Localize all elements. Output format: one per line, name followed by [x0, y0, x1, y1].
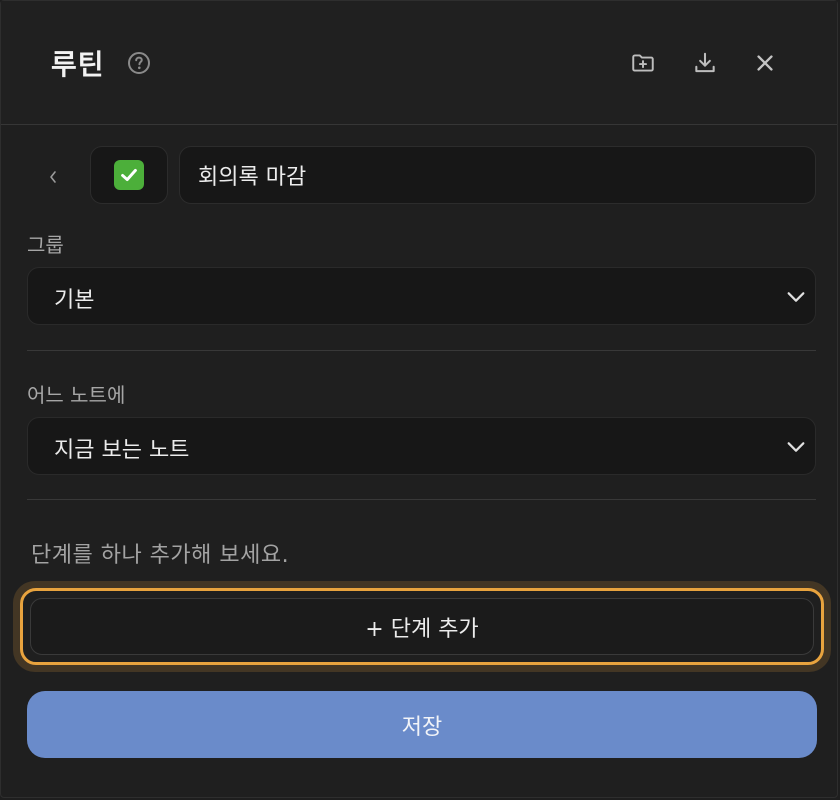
note-target-select[interactable]: 지금 보는 노트	[27, 417, 816, 475]
question-circle-icon[interactable]	[127, 51, 151, 75]
note-target-selected-value: 지금 보는 노트	[54, 438, 190, 463]
empty-steps-hint: 단계를 하나 추가해 보세요.	[31, 543, 290, 568]
save-button[interactable]: 저장	[27, 691, 817, 758]
new-folder-button[interactable]	[627, 47, 659, 79]
group-label: 그룹	[27, 233, 64, 257]
note-target-label: 어느 노트에	[27, 383, 126, 407]
back-button[interactable]	[39, 161, 67, 193]
download-button[interactable]	[689, 47, 721, 79]
panel-header: 루틴	[1, 1, 837, 125]
section-divider	[27, 350, 816, 351]
download-icon	[695, 52, 715, 73]
section-divider	[27, 499, 816, 500]
page-title: 루틴	[51, 48, 105, 81]
add-step-label: + 단계 추가	[30, 598, 814, 655]
group-select[interactable]: 기본	[27, 267, 816, 325]
group-selected-value: 기본	[54, 288, 95, 313]
chevron-left-icon	[50, 171, 56, 183]
routine-panel: 루틴 회의록 마감 그룹 기본 어느 노트에 지금 보는 노트 단계를 하나 추…	[0, 0, 838, 798]
add-step-button[interactable]: + 단계 추가	[20, 588, 824, 665]
chevron-down-icon	[787, 442, 805, 452]
emoji-picker-button[interactable]	[90, 146, 168, 204]
close-button[interactable]	[749, 47, 781, 79]
chevron-down-icon	[787, 292, 805, 302]
close-icon	[757, 55, 773, 71]
check-mark-icon	[114, 160, 144, 190]
routine-name-input[interactable]	[179, 146, 816, 204]
folder-add-icon	[632, 54, 654, 72]
